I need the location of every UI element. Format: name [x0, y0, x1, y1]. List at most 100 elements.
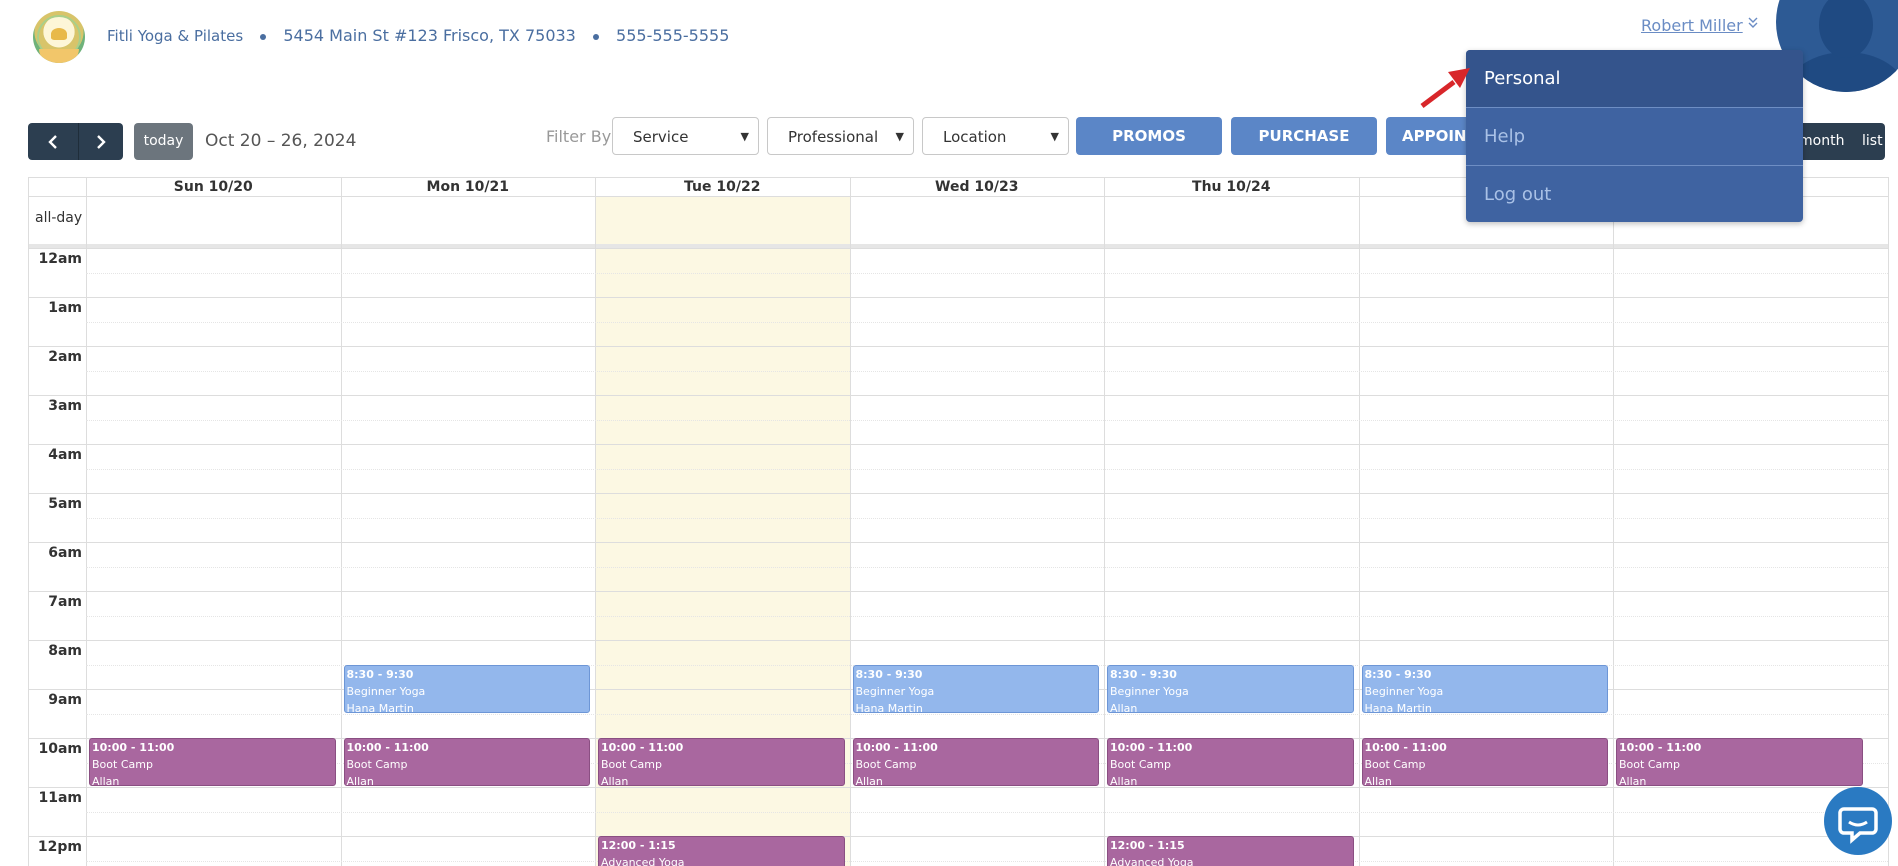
date-range-title: Oct 20 – 26, 2024 — [205, 131, 357, 151]
event-time: 8:30 - 9:30 — [1364, 667, 1432, 681]
calendar-event[interactable]: 10:00 - 11:00 Boot Camp Allan — [852, 738, 1099, 786]
calendar-event[interactable]: 8:30 - 9:30 Beginner Yoga Hana Martin — [343, 664, 590, 713]
location-select-value: Location — [943, 128, 1007, 146]
double-chevron-down-icon[interactable] — [1748, 16, 1758, 33]
event-professional: Hana Martin — [346, 701, 414, 713]
event-professional: Allan — [1110, 701, 1138, 713]
event-title: Boot Camp — [92, 758, 153, 771]
event-time: 10:00 - 11:00 — [92, 741, 175, 754]
event-time: 8:30 - 9:30 — [1110, 667, 1177, 681]
purchase-button[interactable]: PURCHASE — [1231, 117, 1377, 155]
event-title: Advanced Yoga — [601, 856, 685, 866]
chevron-down-icon: ▼ — [740, 130, 749, 143]
hour-label: 5am — [48, 496, 82, 512]
location-select[interactable]: Location ▼ — [922, 117, 1069, 155]
calendar-event[interactable]: 8:30 - 9:30 Beginner Yoga Hana Martin — [1361, 664, 1608, 713]
professional-select[interactable]: Professional ▼ — [767, 117, 914, 155]
studio-phone: 555-555-5555 — [616, 26, 730, 45]
view-month-button[interactable]: month — [1799, 123, 1844, 160]
calendar-event[interactable]: 12:00 - 1:15 Advanced Yoga — [598, 836, 845, 866]
calendar-event[interactable]: 10:00 - 11:00 Boot Camp Allan — [343, 738, 590, 786]
view-list-button[interactable]: list — [1862, 123, 1883, 160]
service-select[interactable]: Service ▼ — [612, 117, 759, 155]
event-time: 8:30 - 9:30 — [855, 667, 923, 681]
event-title: Beginner Yoga — [855, 684, 935, 698]
red-arrow-icon — [1420, 68, 1470, 108]
separator-dot — [260, 33, 267, 40]
event-time: 10:00 - 11:00 — [601, 741, 684, 754]
event-title: Boot Camp — [1110, 758, 1171, 771]
hour-label: 3am — [48, 398, 82, 414]
event-time: 8:30 - 9:30 — [346, 667, 414, 681]
calendar-event[interactable]: 10:00 - 11:00 Boot Camp Allan — [89, 738, 336, 786]
hour-label: 11am — [38, 790, 82, 806]
day-header[interactable]: Sun 10/20 — [86, 178, 341, 196]
event-professional: Hana Martin — [855, 701, 923, 713]
event-professional: Allan — [601, 775, 629, 786]
event-title: Beginner Yoga — [1110, 684, 1189, 698]
week-calendar: all-day Sun 10/20 Mon 10/21 Tue 10/22 Wed 1… — [28, 177, 1889, 866]
view-switcher: month list — [1796, 123, 1885, 160]
hour-label: 12pm — [37, 839, 82, 855]
next-week-button[interactable] — [78, 123, 123, 160]
event-title: Advanced Yoga — [1110, 856, 1194, 866]
calendar-event[interactable]: 10:00 - 11:00 Boot Camp Allan — [1107, 738, 1354, 786]
event-time: 10:00 - 11:00 — [346, 741, 429, 754]
service-select-value: Service — [633, 128, 689, 146]
menu-item-personal[interactable]: Personal — [1466, 50, 1803, 108]
day-header[interactable]: Tue 10/22 — [595, 178, 850, 196]
chevron-down-icon: ▼ — [895, 130, 904, 143]
event-professional: Allan — [346, 775, 374, 786]
event-title: Boot Camp — [346, 758, 408, 771]
day-header[interactable]: Thu 10/24 — [1104, 178, 1359, 196]
filter-by-label: Filter By — [546, 127, 612, 146]
user-dropdown-menu: Personal Help Log out — [1466, 50, 1803, 222]
event-time: 12:00 - 1:15 — [601, 839, 676, 852]
event-title: Beginner Yoga — [1364, 684, 1444, 698]
event-title: Boot Camp — [855, 758, 917, 771]
hour-label: 9am — [48, 692, 82, 708]
event-title: Boot Camp — [1619, 758, 1680, 771]
day-header[interactable]: Wed 10/23 — [850, 178, 1105, 196]
chevron-down-icon: ▼ — [1050, 130, 1059, 143]
event-time: 10:00 - 11:00 — [1364, 741, 1447, 754]
menu-item-logout[interactable]: Log out — [1466, 166, 1803, 222]
calendar-event[interactable]: 10:00 - 11:00 Boot Camp Allan — [1361, 738, 1608, 786]
event-professional: Allan — [1619, 775, 1647, 786]
hour-label: 1am — [48, 300, 82, 316]
calendar-event[interactable]: 10:00 - 11:00 Boot Camp Allan — [598, 738, 845, 786]
event-time: 10:00 - 11:00 — [855, 741, 938, 754]
event-professional: Allan — [92, 775, 120, 786]
event-title: Beginner Yoga — [346, 684, 426, 698]
calendar-event[interactable]: 8:30 - 9:30 Beginner Yoga Allan — [1107, 664, 1354, 713]
studio-info: Fitli Yoga & Pilates 5454 Main St #123 F… — [107, 26, 729, 45]
studio-address: 5454 Main St #123 Frisco, TX 75033 — [283, 26, 576, 45]
event-professional: Allan — [855, 775, 883, 786]
hour-label: 2am — [48, 349, 82, 365]
day-header[interactable]: Mon 10/21 — [341, 178, 596, 196]
calendar-event[interactable]: 8:30 - 9:30 Beginner Yoga Hana Martin — [852, 664, 1099, 713]
separator-dot — [592, 33, 599, 40]
appointments-button[interactable]: APPOINT — [1386, 117, 1476, 155]
calendar-event[interactable]: 10:00 - 11:00 Boot Camp Allan — [1616, 738, 1863, 786]
event-professional: Allan — [1364, 775, 1392, 786]
prev-week-button[interactable] — [28, 123, 78, 160]
chat-bubble-icon — [1838, 807, 1878, 844]
event-time: 12:00 - 1:15 — [1110, 839, 1185, 852]
calendar-event[interactable]: 12:00 - 1:15 Advanced Yoga — [1107, 836, 1354, 866]
event-time: 10:00 - 11:00 — [1619, 741, 1702, 754]
hour-label: 7am — [48, 594, 82, 610]
menu-item-help[interactable]: Help — [1466, 108, 1803, 166]
hour-label: 12am — [38, 251, 82, 267]
chevron-right-icon — [97, 135, 106, 149]
event-title: Boot Camp — [1364, 758, 1426, 771]
today-button[interactable]: today — [134, 123, 193, 160]
hour-label: 8am — [48, 643, 82, 659]
all-day-label: all-day — [35, 210, 83, 226]
event-time: 10:00 - 11:00 — [1110, 741, 1193, 754]
studio-logo — [33, 11, 85, 63]
promos-button[interactable]: PROMOS — [1076, 117, 1222, 155]
user-name-link[interactable]: Robert Miller — [1641, 16, 1743, 35]
studio-name: Fitli Yoga & Pilates — [107, 27, 244, 45]
chat-button[interactable] — [1824, 787, 1892, 855]
